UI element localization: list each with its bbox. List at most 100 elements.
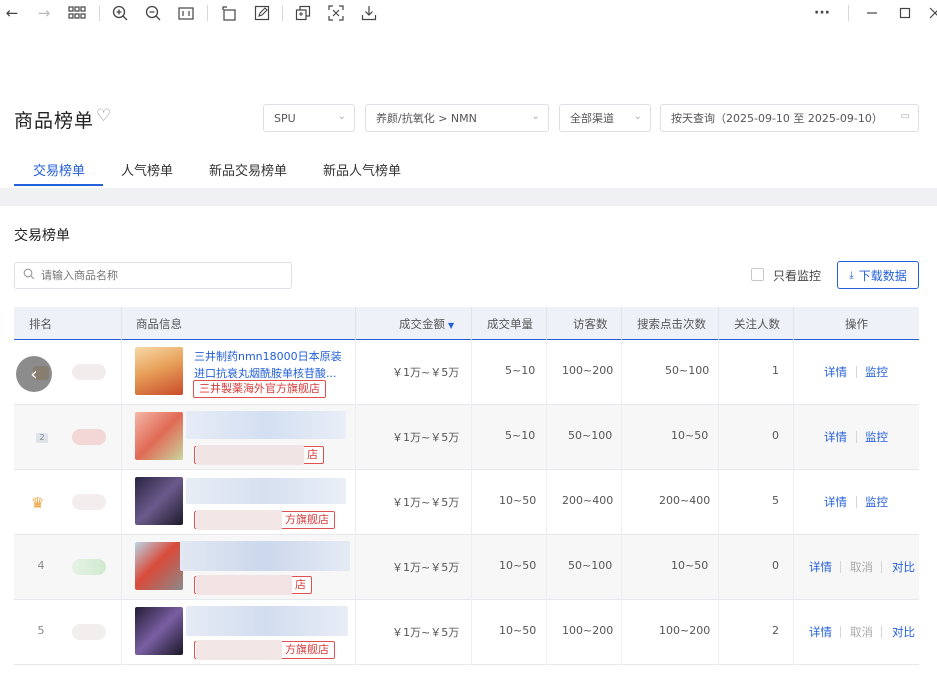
minimize-icon[interactable] bbox=[862, 3, 882, 23]
edit-icon[interactable] bbox=[252, 3, 272, 23]
col-followers: 关注人数 bbox=[734, 317, 780, 331]
maximize-icon[interactable] bbox=[895, 3, 915, 23]
visitors-value: 100~200 bbox=[562, 624, 614, 637]
column-divider bbox=[355, 470, 356, 535]
monitor-only-checkbox[interactable] bbox=[751, 268, 764, 281]
column-divider bbox=[793, 470, 794, 535]
column-divider bbox=[121, 405, 122, 470]
zoom-in-icon[interactable] bbox=[110, 3, 130, 23]
monitor-link[interactable]: 监控 bbox=[865, 429, 888, 445]
search-clicks-value: 50~100 bbox=[665, 364, 710, 377]
action-divider bbox=[840, 561, 841, 573]
tab-new-trade-ranking[interactable]: 新品交易榜单 bbox=[209, 160, 287, 179]
col-rank: 排名 bbox=[29, 317, 52, 331]
viewer-toolbar: ← → ··· bbox=[0, 0, 937, 26]
monitor-only-label: 只看监控 bbox=[773, 269, 822, 283]
monitor-link[interactable]: 监控 bbox=[865, 494, 888, 510]
detail-link[interactable]: 详情 bbox=[809, 624, 832, 640]
copy-icon[interactable] bbox=[293, 3, 313, 23]
grid-icon[interactable] bbox=[67, 3, 87, 23]
tab-trade-ranking[interactable]: 交易榜单 bbox=[33, 160, 85, 179]
product-thumbnail[interactable] bbox=[135, 347, 183, 395]
followers-value: 0 bbox=[772, 559, 779, 572]
search-clicks-value: 100~200 bbox=[659, 624, 711, 637]
column-divider bbox=[471, 340, 472, 405]
forward-arrow-icon[interactable]: → bbox=[34, 3, 54, 23]
column-divider bbox=[621, 340, 622, 405]
type-select[interactable]: SPU ⌄ bbox=[263, 104, 355, 132]
column-divider bbox=[355, 307, 356, 340]
chevron-left-icon: ‹ bbox=[30, 363, 38, 385]
user-avatar-blurred bbox=[72, 559, 106, 575]
download-icon: ⤓ bbox=[849, 269, 854, 281]
product-name[interactable]: 三井制药nmn18000日本原装 进口抗衰丸烟酰胺单核苷酸... bbox=[194, 348, 354, 382]
search-input[interactable] bbox=[41, 269, 281, 282]
back-arrow-icon[interactable]: ← bbox=[2, 3, 22, 23]
date-range-picker[interactable]: 按天查询（2025-09-10 至 2025-09-10） ▭ bbox=[660, 104, 919, 132]
column-divider bbox=[121, 535, 122, 600]
user-avatar-blurred bbox=[72, 429, 106, 445]
col-amount[interactable]: 成交金额 ▼ bbox=[399, 316, 454, 332]
product-search[interactable] bbox=[14, 262, 292, 289]
action-divider bbox=[856, 496, 857, 508]
compare-link[interactable]: 对比 bbox=[892, 559, 915, 575]
column-divider bbox=[121, 600, 122, 665]
store-tag[interactable]: 三井製薬海外官方旗舰店 bbox=[193, 380, 326, 398]
column-divider bbox=[121, 340, 122, 405]
action-divider bbox=[840, 626, 841, 638]
favorite-heart-icon[interactable]: ♡ bbox=[96, 106, 111, 126]
orders-value: 10~50 bbox=[499, 559, 537, 572]
date-range-value: 按天查询（2025-09-10 至 2025-09-10） bbox=[671, 112, 883, 125]
rotate-icon[interactable] bbox=[219, 3, 239, 23]
detail-link[interactable]: 详情 bbox=[824, 364, 847, 380]
sort-desc-icon[interactable]: ▼ bbox=[448, 321, 454, 330]
category-select[interactable]: 养颜/抗氧化 > NMN ⌄ bbox=[365, 104, 549, 132]
column-divider bbox=[718, 535, 719, 600]
product-thumbnail[interactable] bbox=[135, 477, 183, 525]
detail-link[interactable]: 详情 bbox=[809, 559, 832, 575]
product-thumbnail[interactable] bbox=[135, 607, 183, 655]
table-header: 排名 商品信息 成交金额 ▼ 成交单量 访客数 搜索点击次数 关注人数 操作 bbox=[14, 307, 919, 340]
carousel-prev-button[interactable]: ‹ bbox=[16, 356, 52, 392]
product-thumbnail[interactable] bbox=[135, 542, 183, 590]
monitor-link[interactable]: 监控 bbox=[865, 364, 888, 380]
tab-popularity-ranking[interactable]: 人气榜单 bbox=[121, 160, 173, 179]
detail-link[interactable]: 详情 bbox=[824, 494, 847, 510]
download-icon[interactable] bbox=[359, 3, 379, 23]
zoom-out-icon[interactable] bbox=[143, 3, 163, 23]
user-avatar-blurred bbox=[72, 624, 106, 640]
product-thumbnail[interactable] bbox=[135, 412, 183, 460]
toolbar-divider bbox=[282, 5, 283, 21]
channel-select[interactable]: 全部渠道 ⌄ bbox=[559, 104, 651, 132]
compare-link[interactable]: 对比 bbox=[892, 624, 915, 640]
tab-new-popularity-ranking[interactable]: 新品人气榜单 bbox=[323, 160, 401, 179]
product-name-line2: 进口抗衰丸烟酰胺单核苷酸... bbox=[194, 367, 337, 380]
column-divider bbox=[546, 340, 547, 405]
detail-link[interactable]: 详情 bbox=[824, 429, 847, 445]
download-data-button[interactable]: ⤓ 下载数据 bbox=[837, 261, 919, 289]
fit-icon[interactable] bbox=[176, 3, 196, 23]
column-divider bbox=[355, 340, 356, 405]
close-icon[interactable] bbox=[925, 3, 937, 23]
product-name-blurred bbox=[186, 411, 346, 439]
toolbar-divider bbox=[99, 5, 100, 21]
cancel-monitor-link[interactable]: 取消 bbox=[850, 559, 873, 575]
chevron-down-icon: ⌄ bbox=[337, 111, 346, 122]
search-clicks-value: 10~50 bbox=[671, 429, 709, 442]
column-divider bbox=[621, 535, 622, 600]
user-avatar-blurred bbox=[72, 364, 106, 380]
column-divider bbox=[718, 600, 719, 665]
column-divider bbox=[793, 600, 794, 665]
category-select-value: 养颜/抗氧化 > NMN bbox=[376, 112, 477, 125]
column-divider bbox=[471, 470, 472, 535]
crop-icon[interactable] bbox=[326, 3, 346, 23]
column-divider bbox=[355, 600, 356, 665]
section-divider bbox=[0, 188, 937, 206]
column-divider bbox=[718, 405, 719, 470]
cancel-monitor-link[interactable]: 取消 bbox=[850, 624, 873, 640]
column-divider bbox=[621, 307, 622, 340]
column-divider bbox=[546, 600, 547, 665]
more-icon[interactable]: ··· bbox=[812, 3, 832, 23]
column-divider bbox=[793, 405, 794, 470]
col-visitors: 访客数 bbox=[573, 317, 608, 331]
